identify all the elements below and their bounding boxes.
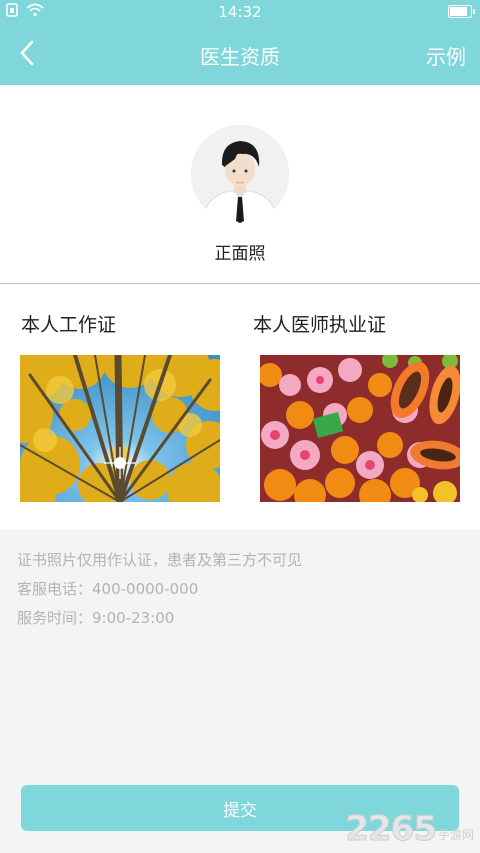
example-button[interactable]: 示例 — [426, 41, 466, 70]
nav-bar: 医生资质 示例 — [0, 24, 480, 85]
license-image[interactable] — [260, 355, 460, 502]
watermark-text: 手游网 — [437, 828, 474, 842]
license-title: 本人医师执业证 — [253, 314, 387, 336]
work-id-image[interactable] — [20, 355, 220, 502]
fruit-photo — [260, 355, 460, 502]
watermark-logo: 2265 手游网 — [345, 809, 474, 850]
avatar-label: 正面照 — [214, 244, 266, 264]
work-id-title: 本人工作证 — [21, 314, 117, 336]
watermark-number: 2265 — [345, 809, 438, 850]
info-text: 证书照片仅用作认证，患者及第三方不可见 客服电话：400-0000-000 服务… — [17, 546, 302, 633]
privacy-note: 证书照片仅用作认证，患者及第三方不可见 — [17, 551, 303, 569]
avatar-upload[interactable] — [191, 125, 289, 223]
service-hours: 服务时间：9:00-23:00 — [17, 609, 175, 627]
avatar-photo — [191, 125, 289, 223]
service-phone: 客服电话：400-0000-000 — [17, 580, 199, 598]
page-title: 医生资质 — [200, 45, 280, 69]
battery-icon — [448, 5, 475, 18]
status-bar: 14:32 — [0, 0, 480, 24]
forest-photo — [20, 355, 220, 502]
status-time: 14:32 — [218, 3, 262, 21]
divider — [0, 283, 480, 284]
qualification-panel: 正面照 本人工作证 本人医师执业证 — [0, 85, 480, 529]
